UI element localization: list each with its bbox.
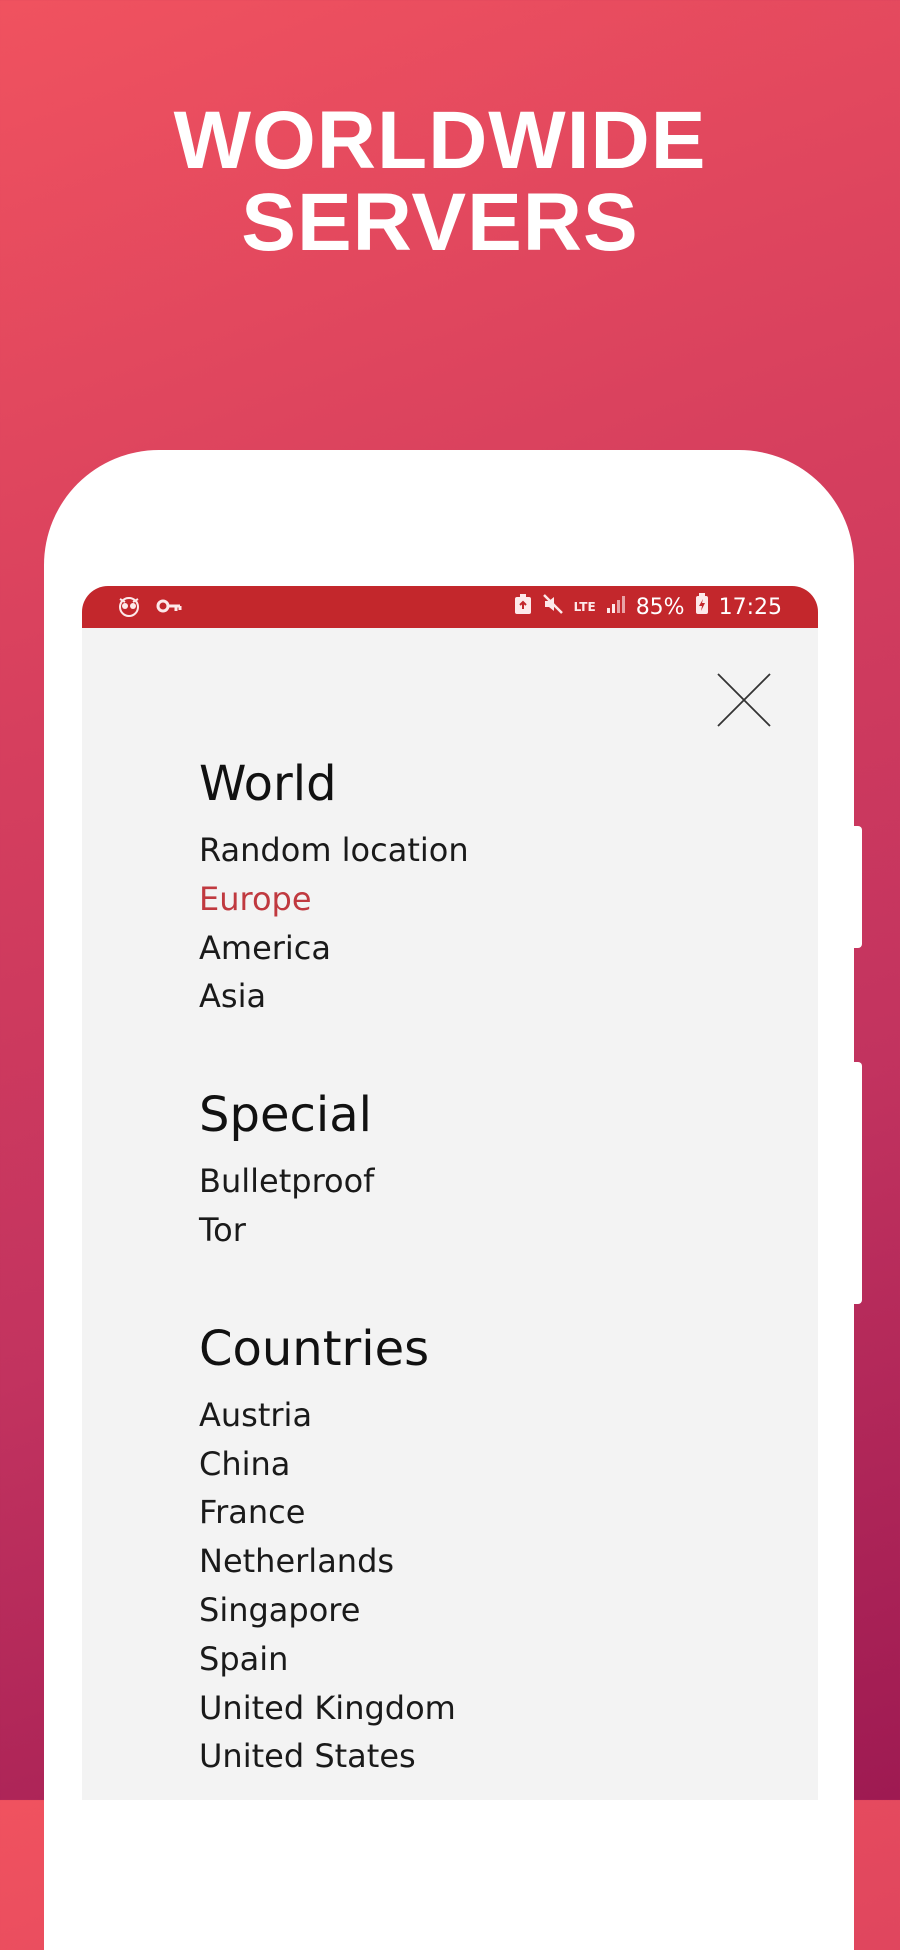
location-list: World Random location Europe America Asi… (199, 754, 759, 1800)
location-item-china[interactable]: China (199, 1440, 759, 1489)
location-item-america[interactable]: America (199, 924, 759, 973)
status-bar: LTE 85% 17:25 (82, 586, 818, 628)
mute-icon (542, 593, 564, 621)
location-item-asia[interactable]: Asia (199, 972, 759, 1021)
phone-side-button-upper (852, 826, 862, 948)
location-item-bulletproof[interactable]: Bulletproof (199, 1157, 759, 1206)
section-countries: Countries Austria China France Netherlan… (199, 1319, 759, 1781)
location-item-united-states[interactable]: United States (199, 1732, 759, 1781)
promo-title-line-1: WORLDWIDE (173, 95, 707, 186)
section-title-countries: Countries (199, 1320, 430, 1377)
phone-side-button-lower (852, 1062, 862, 1304)
location-item-singapore[interactable]: Singapore (199, 1586, 759, 1635)
location-item-tor[interactable]: Tor (199, 1206, 759, 1255)
location-item-spain[interactable]: Spain (199, 1635, 759, 1684)
section-title-special: Special (199, 1087, 372, 1144)
close-button[interactable] (714, 670, 774, 730)
vpn-key-icon (156, 596, 182, 622)
section-special: Special Bulletproof Tor (199, 1085, 759, 1255)
location-item-netherlands[interactable]: Netherlands (199, 1537, 759, 1586)
battery-percent: 85% (635, 594, 685, 620)
lte-icon: LTE (573, 600, 596, 614)
location-item-france[interactable]: France (199, 1488, 759, 1537)
status-time: 17:25 (718, 594, 782, 620)
location-item-united-kingdom[interactable]: United Kingdom (199, 1684, 759, 1733)
section-title-world: World (199, 756, 337, 812)
location-item-random[interactable]: Random location (199, 826, 759, 875)
incognito-owl-icon (116, 594, 142, 624)
data-saver-icon (514, 593, 532, 621)
promo-title: WORLDWIDE SERVERS (0, 100, 880, 264)
location-item-europe[interactable]: Europe (199, 875, 759, 924)
section-world: World Random location Europe America Asi… (199, 754, 759, 1021)
close-icon (717, 673, 771, 727)
battery-charging-icon (695, 593, 709, 621)
promo-title-line-2: SERVERS (241, 177, 639, 268)
signal-icon (606, 594, 626, 620)
location-item-austria[interactable]: Austria (199, 1391, 759, 1440)
phone-screen: LTE 85% 17:25 World Random location Euro… (82, 586, 818, 1800)
